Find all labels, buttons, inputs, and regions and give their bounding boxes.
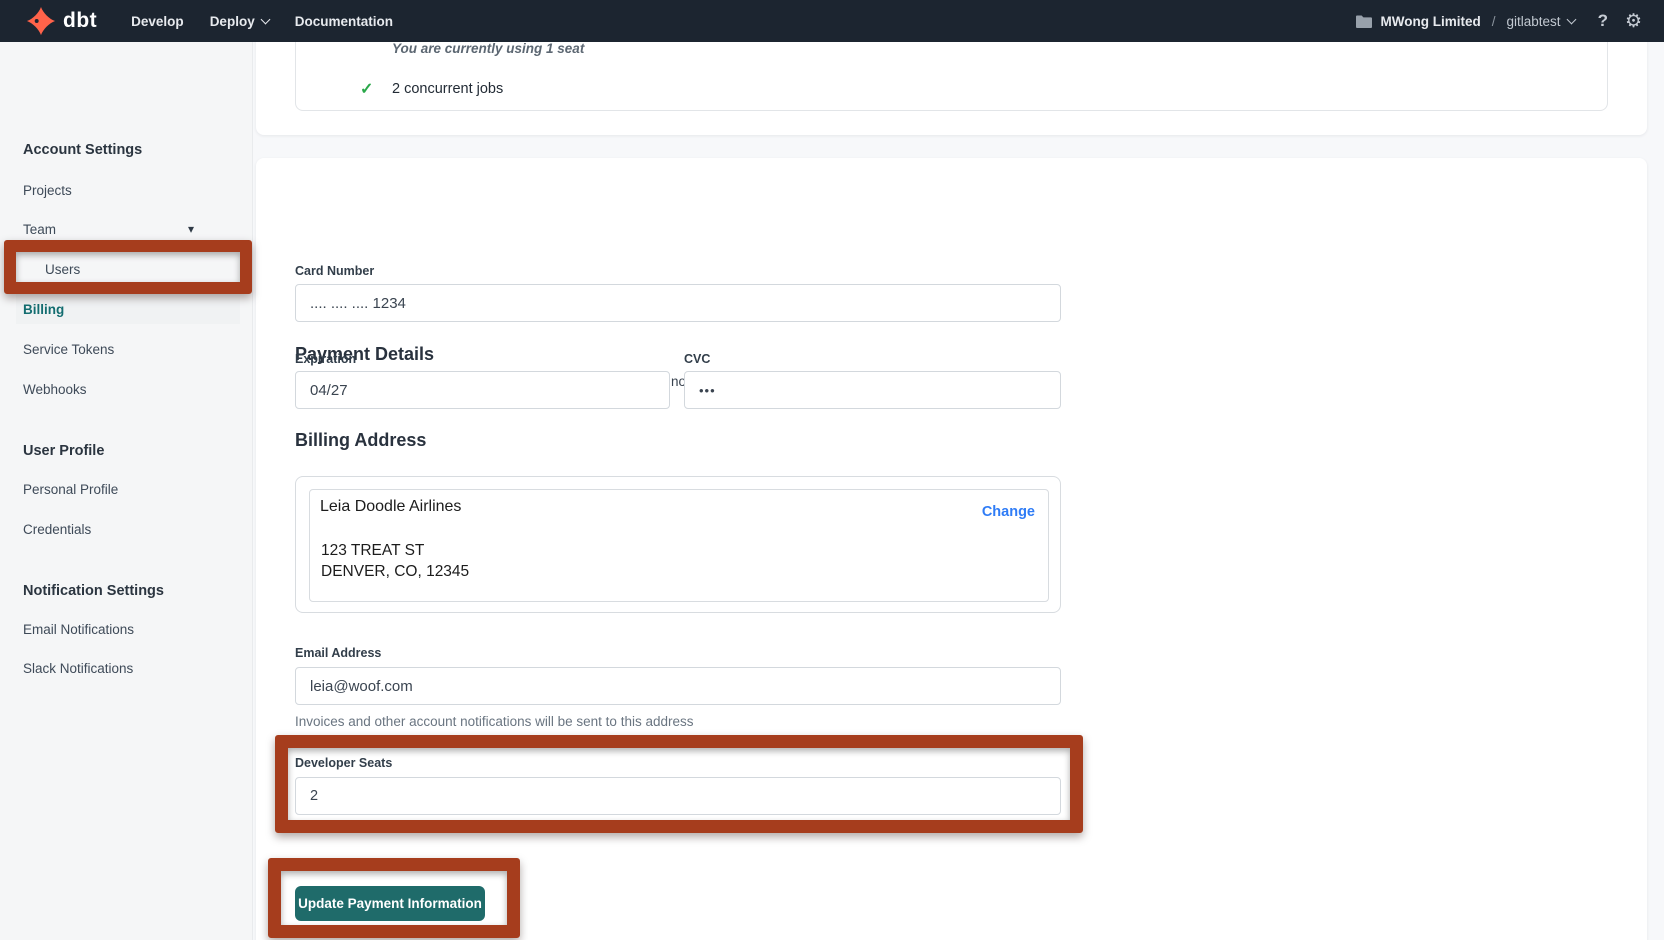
sidebar-item-team[interactable]: Team bbox=[23, 222, 56, 237]
help-icon[interactable]: ? bbox=[1598, 11, 1608, 31]
seat-usage-note: You are currently using 1 seat bbox=[392, 41, 584, 56]
check-icon: ✓ bbox=[360, 79, 392, 99]
folder-icon bbox=[1356, 15, 1372, 28]
email-helper-text: Invoices and other account notifications… bbox=[295, 714, 693, 729]
nav-deploy[interactable]: Deploy bbox=[210, 14, 269, 29]
sidebar-heading-account-settings: Account Settings bbox=[23, 142, 142, 158]
card-number-label: Card Number bbox=[295, 264, 374, 278]
billing-address-name: Leia Doodle Airlines bbox=[320, 498, 461, 516]
chevron-down-icon[interactable]: ▾ bbox=[188, 222, 194, 236]
email-address-label: Email Address bbox=[295, 646, 381, 660]
developer-seats-label: Developer Seats bbox=[295, 756, 392, 770]
billing-address-box: Leia Doodle Airlines Change 123 TREAT ST… bbox=[295, 476, 1061, 613]
concurrent-jobs-row: ✓ 2 concurrent jobs bbox=[360, 79, 503, 99]
sidebar-item-service-tokens[interactable]: Service Tokens bbox=[23, 342, 114, 357]
update-payment-button[interactable]: Update Payment Information bbox=[295, 886, 485, 921]
primary-nav: Develop Deploy Documentation bbox=[131, 14, 393, 29]
billing-address-line2: DENVER, CO, 12345 bbox=[321, 563, 469, 581]
expiration-input[interactable] bbox=[295, 371, 670, 409]
sidebar-item-billing[interactable]: Billing bbox=[23, 302, 64, 317]
card-number-input[interactable] bbox=[295, 284, 1061, 322]
settings-sidebar: Account Settings Projects Team ▾ Users B… bbox=[0, 42, 253, 940]
sidebar-heading-notification-settings: Notification Settings bbox=[23, 583, 164, 599]
billing-address-line1: 123 TREAT ST bbox=[321, 542, 424, 560]
gear-icon[interactable]: ⚙ bbox=[1625, 12, 1642, 31]
billing-address-title: Billing Address bbox=[295, 430, 426, 451]
sidebar-item-projects[interactable]: Projects bbox=[23, 183, 72, 198]
dbt-logo-icon bbox=[26, 6, 56, 36]
expiration-label: Expiration bbox=[295, 352, 356, 366]
chevron-down-icon bbox=[260, 15, 270, 25]
project-switcher[interactable]: gitlabtest bbox=[1507, 14, 1575, 29]
nav-documentation[interactable]: Documentation bbox=[295, 14, 393, 29]
developer-seats-input[interactable] bbox=[295, 777, 1061, 815]
app-window: You are currently using 1 seat ✓ 2 concu… bbox=[0, 0, 1664, 940]
cvc-label: CVC bbox=[684, 352, 710, 366]
account-switcher-name[interactable]: MWong Limited bbox=[1381, 14, 1481, 29]
concurrent-jobs-label: 2 concurrent jobs bbox=[392, 81, 503, 97]
dbt-logo[interactable]: dbt bbox=[26, 6, 97, 36]
email-address-input[interactable] bbox=[295, 667, 1061, 705]
sidebar-item-email-notifications[interactable]: Email Notifications bbox=[23, 622, 134, 637]
dbt-logo-text: dbt bbox=[63, 9, 97, 33]
chevron-down-icon bbox=[1566, 15, 1576, 25]
change-address-link[interactable]: Change bbox=[982, 504, 1035, 520]
billing-address-panel: Leia Doodle Airlines Change 123 TREAT ST… bbox=[309, 489, 1049, 602]
sidebar-heading-user-profile: User Profile bbox=[23, 443, 104, 459]
sidebar-item-personal-profile[interactable]: Personal Profile bbox=[23, 482, 118, 497]
sidebar-item-webhooks[interactable]: Webhooks bbox=[23, 382, 87, 397]
payment-card: Payment Details Enter your payment detai… bbox=[256, 158, 1647, 940]
account-separator: / bbox=[1492, 14, 1496, 29]
nav-develop[interactable]: Develop bbox=[131, 14, 184, 29]
sidebar-item-users[interactable]: Users bbox=[45, 262, 80, 277]
top-navbar: dbt Develop Deploy Documentation MWong L… bbox=[0, 0, 1664, 42]
sidebar-item-slack-notifications[interactable]: Slack Notifications bbox=[23, 661, 133, 676]
navbar-right: MWong Limited / gitlabtest ? ⚙ bbox=[1356, 11, 1643, 31]
sidebar-item-credentials[interactable]: Credentials bbox=[23, 522, 91, 537]
cvc-input[interactable] bbox=[684, 371, 1061, 409]
